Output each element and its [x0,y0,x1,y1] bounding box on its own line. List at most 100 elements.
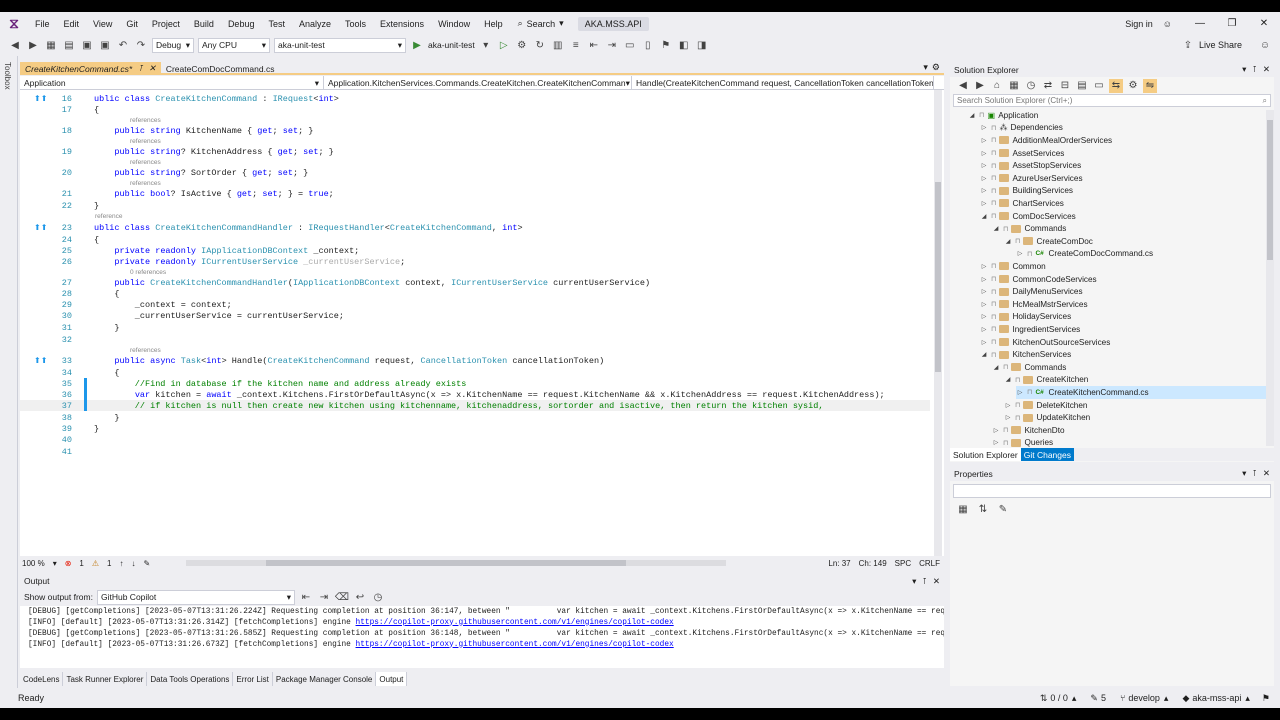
close-icon[interactable]: ✕ [933,576,940,587]
tree-folder-item[interactable]: ▷ ⊓ KitchenDto [992,424,1268,437]
code-editor[interactable]: ⬆⬆ 16 ublic class CreateKitchenCommand :… [20,90,944,556]
tab-task-runner[interactable]: Task Runner Explorer [63,672,148,686]
codelens-references[interactable]: references [130,180,161,187]
scrollbar-thumb[interactable] [266,560,627,566]
expand-icon[interactable]: ▷ [980,339,988,346]
project-dropdown[interactable]: Application ▾ [20,76,324,90]
expand-icon[interactable]: ▷ [1004,414,1012,421]
menu-file[interactable]: File [28,19,57,29]
codelens-references[interactable]: references [130,117,161,124]
menu-test[interactable]: Test [261,19,292,29]
pin-icon[interactable]: ⊺ [922,576,926,587]
attach-icon[interactable]: ⚙ [515,38,529,52]
switch-views-icon[interactable]: ▦ [1007,79,1021,93]
format-icon[interactable]: ≡ [569,38,583,52]
close-icon[interactable]: ✕ [149,63,156,74]
down-arrow-icon[interactable]: ↓ [131,559,135,568]
tree-folder-item[interactable]: ▷ ⊓ DeleteKitchen [1004,399,1268,412]
tab-error-list[interactable]: Error List [233,672,273,686]
expand-icon[interactable]: ▷ [980,162,988,169]
tab-solution-explorer[interactable]: Solution Explorer [950,448,1021,461]
menu-edit[interactable]: Edit [57,19,87,29]
expand-icon[interactable]: ▷ [980,326,988,333]
close-icon[interactable]: ✕ [1248,18,1280,29]
char-position[interactable]: Ch: 149 [859,559,887,568]
expand-icon[interactable]: ▷ [980,187,988,194]
back-icon[interactable]: ◀ [8,38,22,52]
uncomment-icon[interactable]: ▯ [641,38,655,52]
tree-folder-item[interactable]: ▷ ⊓ DailyMenuServices [980,285,1268,298]
startup-project-dropdown[interactable]: aka-unit-test ▾ [274,37,406,53]
comment-icon[interactable]: ▭ [623,38,637,52]
tab-create-kitchen-command[interactable]: CreateKitchenCommand.cs* ⊺ ✕ [20,62,161,75]
line-ending[interactable]: CRLF [919,559,940,568]
tree-folder-item[interactable]: ▷ ⊓ AssetStopServices [980,159,1268,172]
editor-horizontal-scrollbar[interactable] [186,560,727,566]
categorized-icon[interactable]: ▦ [956,502,970,516]
expand-icon[interactable]: ▷ [980,263,988,270]
warning-count[interactable]: 1 [107,559,111,568]
editor-vertical-scrollbar[interactable] [934,90,942,556]
start-debug-icon[interactable]: ▶ [410,38,424,52]
account-icon[interactable]: ☺ [1163,19,1172,29]
notifications-icon[interactable]: ⚑ [1262,693,1270,704]
indent-mode[interactable]: SPC [895,559,911,568]
toolbox-tab[interactable]: Toolbox [3,62,12,90]
menu-tools[interactable]: Tools [338,19,373,29]
warning-icon[interactable]: ⚠ [92,559,99,568]
forward-icon[interactable]: ▶ [26,38,40,52]
tree-scrollbar[interactable] [1266,110,1274,446]
error-count[interactable]: 1 [79,559,83,568]
tree-folder-item[interactable]: ◢ ⊓ Commands [992,361,1268,374]
collapse-icon[interactable]: ◢ [1004,376,1012,383]
run-button[interactable]: aka-unit-test [428,40,475,50]
changes-count[interactable]: 0 / 0 [1050,693,1068,703]
indent-icon[interactable]: ⇥ [605,38,619,52]
collapse-all-icon[interactable]: ⊟ [1058,79,1072,93]
up-arrow-icon[interactable]: ↑ [119,559,123,568]
properties-object-selector[interactable] [953,484,1271,498]
close-icon[interactable]: ✕ [1263,468,1270,479]
sync-icon[interactable]: ⇄ [1041,79,1055,93]
bookmark-next-icon[interactable]: ◨ [695,38,709,52]
collapse-icon[interactable]: ◢ [968,112,976,119]
tree-folder-item[interactable]: ▷ ⊓ Common [980,260,1268,273]
tab-package-manager[interactable]: Package Manager Console [273,672,377,686]
expand-icon[interactable]: ▷ [980,313,988,320]
new-item-icon[interactable]: ▦ [44,38,58,52]
outdent-icon[interactable]: ⇤ [587,38,601,52]
next-message-icon[interactable]: ⇥ [317,590,331,604]
redo-icon[interactable]: ↷ [134,38,148,52]
save-all-icon[interactable]: ▣ [98,38,112,52]
output-link[interactable]: https://copilot-proxy.githubusercontent.… [356,619,674,627]
tree-folder-item[interactable]: ◢ ⊓ ▣ Application [968,109,1268,122]
open-icon[interactable]: ▤ [62,38,76,52]
tree-folder-item[interactable]: ▷ ⊓ KitchenOutSourceServices [980,336,1268,349]
output-text[interactable]: [DEBUG] [getCompletions] [2023-05-07T13:… [20,606,944,668]
tree-folder-item[interactable]: ▷ ⊓ ChartServices [980,197,1268,210]
restore-icon[interactable]: ❐ [1216,18,1248,29]
chevron-up-icon[interactable]: ▴ [1072,693,1077,704]
chevron-up-icon[interactable]: ▴ [1164,693,1169,704]
clock-icon[interactable]: ◷ [371,590,385,604]
codelens-references[interactable]: references [130,347,161,354]
scrollbar-thumb[interactable] [1267,120,1273,260]
expand-icon[interactable]: ▷ [1016,389,1024,396]
chevron-down-icon[interactable]: ▾ [912,576,916,587]
expand-icon[interactable]: ▷ [980,301,988,308]
layout-icon[interactable]: ▥ [551,38,565,52]
chevron-up-icon[interactable]: ▴ [1245,693,1250,704]
tree-folder-item[interactable]: ▷ ⊓ AzureUserServices [980,172,1268,185]
repo-icon[interactable]: ◆ [1182,693,1189,704]
error-icon[interactable]: ⊗ [65,559,72,568]
branch-name[interactable]: develop [1128,693,1160,703]
filter-icon[interactable]: ⇋ [1143,78,1157,93]
type-dropdown[interactable]: Application.KitchenServices.Commands.Cre… [324,76,632,90]
pin-icon[interactable]: ⊺ [138,63,142,74]
expand-icon[interactable]: ▷ [992,427,1000,434]
menu-view[interactable]: View [86,19,119,29]
config-dropdown[interactable]: Debug ▾ [152,37,194,53]
chevron-down-icon[interactable]: ▾ [1242,64,1246,75]
expand-icon[interactable]: ▷ [980,124,988,131]
back-icon[interactable]: ◀ [956,79,970,93]
